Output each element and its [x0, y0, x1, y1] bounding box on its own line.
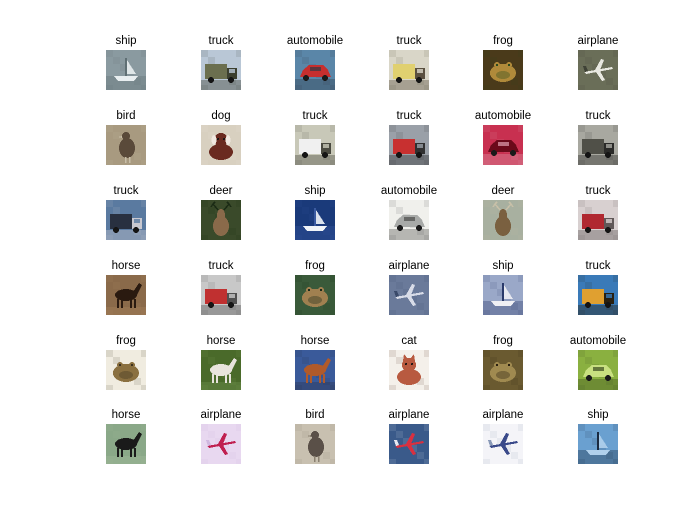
horse-thumbnail-image — [106, 424, 146, 464]
class-label: truck — [113, 185, 139, 197]
class-label: truck — [585, 260, 611, 272]
truck-thumbnail-image — [578, 125, 618, 165]
image-tile: frog — [448, 34, 558, 104]
class-label: frog — [493, 335, 513, 347]
image-tile: truck — [543, 259, 653, 329]
truck-thumbnail-image — [578, 275, 618, 315]
image-tile: bird — [71, 109, 181, 179]
truck-thumbnail-image — [578, 200, 618, 240]
car-thumbnail-image — [389, 200, 429, 240]
ship-thumbnail-image — [578, 424, 618, 464]
bird-thumbnail-image — [106, 125, 146, 165]
ship-thumbnail-image — [295, 200, 335, 240]
plane-thumbnail-image — [578, 50, 618, 90]
class-label: truck — [585, 185, 611, 197]
image-tile: ship — [448, 259, 558, 329]
truck-thumbnail-image — [201, 275, 241, 315]
image-tile: truck — [543, 184, 653, 254]
car-thumbnail-image — [578, 350, 618, 390]
truck-thumbnail-image — [106, 200, 146, 240]
plane-thumbnail-image — [389, 275, 429, 315]
frog-thumbnail-image — [106, 350, 146, 390]
bird-thumbnail-image — [295, 424, 335, 464]
class-label: ship — [492, 260, 514, 272]
class-label: deer — [491, 185, 515, 197]
image-tile: automobile — [543, 334, 653, 404]
image-tile: deer — [448, 184, 558, 254]
class-label: bird — [116, 110, 136, 122]
plane-thumbnail-image — [483, 424, 523, 464]
class-label: horse — [111, 409, 141, 421]
class-label: frog — [493, 35, 513, 47]
image-tile: horse — [71, 408, 181, 478]
image-tile: truck — [71, 184, 181, 254]
frog-thumbnail-image — [483, 50, 523, 90]
image-tile: ship — [543, 408, 653, 478]
ship-thumbnail-image — [106, 50, 146, 90]
plane-thumbnail-image — [389, 424, 429, 464]
horse-thumbnail-image — [106, 275, 146, 315]
frog-thumbnail-image — [295, 275, 335, 315]
horse-thumbnail-image — [201, 350, 241, 390]
image-grid: ship truck automobile truck frog airplane bird… — [0, 0, 700, 525]
truck-thumbnail-image — [201, 50, 241, 90]
image-tile: ship — [71, 34, 181, 104]
car-thumbnail-image — [295, 50, 335, 90]
ship-thumbnail-image — [483, 275, 523, 315]
image-tile: airplane — [448, 408, 558, 478]
class-label: ship — [587, 409, 609, 421]
car-thumbnail-image — [483, 125, 523, 165]
deer-thumbnail-image — [483, 200, 523, 240]
class-label: ship — [115, 35, 137, 47]
image-tile: horse — [71, 259, 181, 329]
truck-thumbnail-image — [295, 125, 335, 165]
truck-thumbnail-image — [389, 125, 429, 165]
image-tile: frog — [71, 334, 181, 404]
class-label: frog — [116, 335, 136, 347]
deer-thumbnail-image — [201, 200, 241, 240]
class-label: truck — [585, 110, 611, 122]
frog-thumbnail-image — [483, 350, 523, 390]
image-tile: truck — [543, 109, 653, 179]
class-label: horse — [111, 260, 141, 272]
figure-window: { "rows": [ { "items": [ {"label": "ship… — [0, 0, 700, 525]
dog-thumbnail-image — [201, 125, 241, 165]
class-label: airplane — [482, 409, 524, 421]
class-label: automobile — [569, 335, 627, 347]
class-label: airplane — [577, 35, 619, 47]
class-label: automobile — [474, 110, 532, 122]
plane-thumbnail-image — [201, 424, 241, 464]
horse-thumbnail-image — [295, 350, 335, 390]
image-tile: frog — [448, 334, 558, 404]
image-tile: airplane — [543, 34, 653, 104]
truck-thumbnail-image — [389, 50, 429, 90]
image-tile: automobile — [448, 109, 558, 179]
cat-thumbnail-image — [389, 350, 429, 390]
